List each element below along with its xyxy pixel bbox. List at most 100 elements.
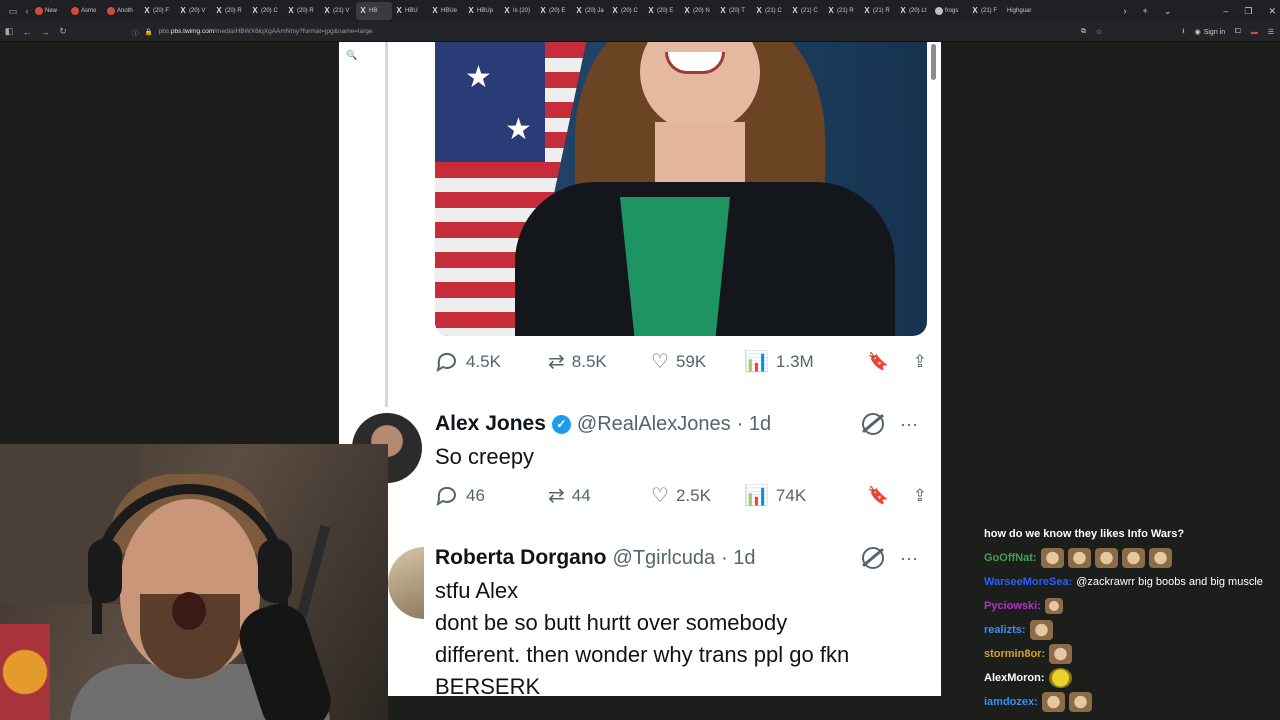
- chat-message: AlexMoron:: [978, 666, 1278, 690]
- views-button[interactable]: 📊 1.3M: [744, 352, 814, 372]
- site-info-icon[interactable]: ⓘ: [132, 27, 139, 37]
- minimize-icon[interactable]: –: [1223, 6, 1228, 16]
- like-button[interactable]: ♡ 59K: [651, 352, 744, 372]
- chat-username[interactable]: realizts:: [984, 618, 1026, 642]
- bottom-strip: [388, 696, 941, 720]
- browser-tab[interactable]: X (21) C: [788, 2, 824, 20]
- browser-tab[interactable]: X (20) C: [608, 2, 644, 20]
- chat-username[interactable]: AlexMoron:: [984, 666, 1045, 690]
- browser-tab[interactable]: X (21) C: [752, 2, 788, 20]
- address-bar[interactable]: ⓘ 🔒 pbs.pbs.twimg.com/media/HBWX6lqXgAAm…: [132, 27, 372, 37]
- chat-username[interactable]: Pyciowski:: [984, 594, 1041, 618]
- reply-button[interactable]: 46: [435, 485, 548, 507]
- share-icon[interactable]: ⇪: [913, 486, 927, 506]
- tweet-header: Roberta Dorgano @Tgirlcuda · 1d: [435, 545, 756, 571]
- sign-in-button[interactable]: ◉ Sign in: [1195, 28, 1226, 37]
- tweet-photo[interactable]: ★ ★: [435, 42, 927, 336]
- retweet-button[interactable]: ⇄ 44: [548, 486, 651, 506]
- close-window-icon[interactable]: ✕: [1268, 6, 1276, 17]
- chat-username[interactable]: stormin8or:: [984, 642, 1045, 666]
- browser-tab[interactable]: X (20) T: [716, 2, 752, 20]
- extensions-icon[interactable]: ⧠: [1235, 28, 1241, 36]
- share-icon[interactable]: ⇪: [913, 352, 927, 372]
- browser-tab[interactable]: X (20) E: [644, 2, 680, 20]
- author-handle[interactable]: @Tgirlcuda: [613, 547, 716, 570]
- browser-tab[interactable]: X (21) R: [860, 2, 896, 20]
- views-icon: 📊: [744, 485, 769, 507]
- restore-icon[interactable]: ❐: [1244, 6, 1252, 17]
- site-favicon-icon: [107, 7, 115, 15]
- browser-tab[interactable]: Asmo: [68, 2, 104, 20]
- more-options-icon[interactable]: ···: [900, 414, 918, 435]
- page-scrollbar[interactable]: [931, 44, 936, 80]
- browser-tab[interactable]: Highguar: [1004, 2, 1040, 20]
- grok-icon[interactable]: [862, 413, 884, 435]
- tab-list-dropdown-icon[interactable]: ⌄: [1164, 6, 1172, 17]
- chat-message: realizts:: [978, 618, 1278, 642]
- views-button[interactable]: 📊 74K: [744, 486, 806, 506]
- author-name[interactable]: Roberta Dorgano: [435, 546, 607, 570]
- browser-tab[interactable]: New: [32, 2, 68, 20]
- x-logo-icon: X: [432, 6, 438, 15]
- browser-tab[interactable]: X (20) Lt: [896, 2, 932, 20]
- tab-overview-icon[interactable]: ▭: [4, 6, 22, 17]
- bookmark-icon[interactable]: 🔖: [868, 486, 889, 506]
- grok-icon[interactable]: [862, 547, 884, 569]
- browser-tab[interactable]: frogs: [932, 2, 968, 20]
- author-name[interactable]: Alex Jones: [435, 412, 546, 436]
- browser-tab[interactable]: X (20) E: [536, 2, 572, 20]
- thread-line: [385, 42, 388, 407]
- browser-tab[interactable]: X (20) N: [680, 2, 716, 20]
- menu-icon[interactable]: ☰: [1268, 28, 1274, 36]
- back-icon[interactable]: ←: [18, 27, 36, 37]
- new-tab-icon[interactable]: +: [1143, 6, 1148, 16]
- zoom-magnifier-icon[interactable]: 🔍: [346, 50, 357, 61]
- forward-icon[interactable]: →: [36, 27, 54, 37]
- browser-tab[interactable]: X HBUe: [428, 2, 464, 20]
- tweet-time[interactable]: · 1d: [721, 547, 755, 570]
- browser-tab[interactable]: Anoth: [104, 2, 140, 20]
- browser-tab[interactable]: X (20) R: [284, 2, 320, 20]
- chat-username[interactable]: GoOffNat:: [984, 546, 1037, 570]
- reload-icon[interactable]: ↻: [54, 26, 72, 37]
- bookmark-star-icon[interactable]: ☆: [1096, 28, 1102, 36]
- bookmark-icon[interactable]: 🔖: [868, 352, 889, 372]
- chat-emote-icon: [1068, 692, 1092, 712]
- x-logo-icon: X: [144, 6, 150, 15]
- browser-tab[interactable]: X (20) V: [176, 2, 212, 20]
- translate-icon[interactable]: ⧉: [1081, 28, 1086, 36]
- tab-scroll-left-icon[interactable]: ‹: [22, 6, 32, 16]
- browser-tab[interactable]: X (21) F: [968, 2, 1004, 20]
- browser-tab[interactable]: X (20) Ja: [572, 2, 608, 20]
- more-options-icon[interactable]: ···: [900, 548, 918, 569]
- like-button[interactable]: ♡ 2.5K: [651, 486, 744, 506]
- site-favicon-icon: [71, 7, 79, 15]
- sidebar-toggle-icon[interactable]: ◧: [0, 26, 18, 37]
- browser-tab[interactable]: X (20) F: [140, 2, 176, 20]
- author-handle[interactable]: @RealAlexJones: [577, 413, 731, 436]
- browser-tab[interactable]: X (21) R: [824, 2, 860, 20]
- tab-scroll-right-icon[interactable]: ›: [1124, 6, 1127, 16]
- chat-message-text: how do we know they likes Info Wars?: [984, 528, 1185, 540]
- browser-tab[interactable]: X HBU: [392, 2, 428, 20]
- ublock-icon[interactable]: ▬: [1251, 29, 1258, 36]
- reply-button[interactable]: 4.5K: [435, 351, 548, 373]
- chat-emote-icon: [1029, 620, 1053, 640]
- tweet-time[interactable]: · 1d: [737, 413, 771, 436]
- browser-tab[interactable]: X (20) C: [248, 2, 284, 20]
- views-icon: 📊: [744, 351, 769, 373]
- x-logo-icon: X: [684, 6, 690, 15]
- browser-tab[interactable]: X HBUp: [464, 2, 500, 20]
- downloads-icon[interactable]: ⭳: [1182, 27, 1184, 38]
- browser-tab[interactable]: X HB: [356, 2, 392, 20]
- browser-tab[interactable]: X (21) V: [320, 2, 356, 20]
- views-count: 74K: [775, 486, 807, 505]
- retweet-button[interactable]: ⇄ 8.5K: [548, 352, 651, 372]
- tweet-text: So creepy: [435, 444, 535, 469]
- chat-username[interactable]: WarseeMoreSea:: [984, 570, 1072, 594]
- chat-username[interactable]: iamdozex:: [984, 690, 1038, 714]
- browser-tab[interactable]: X Is (20): [500, 2, 536, 20]
- chat-messages: GoOffNat: WarseeMoreSea: @zackrawrr big bo…: [978, 546, 1278, 714]
- browser-nav-bar: ◧ ← → ↻ ⓘ 🔒 pbs.pbs.twimg.com/media/HBWX…: [0, 22, 1280, 42]
- browser-tab[interactable]: X (20) R: [212, 2, 248, 20]
